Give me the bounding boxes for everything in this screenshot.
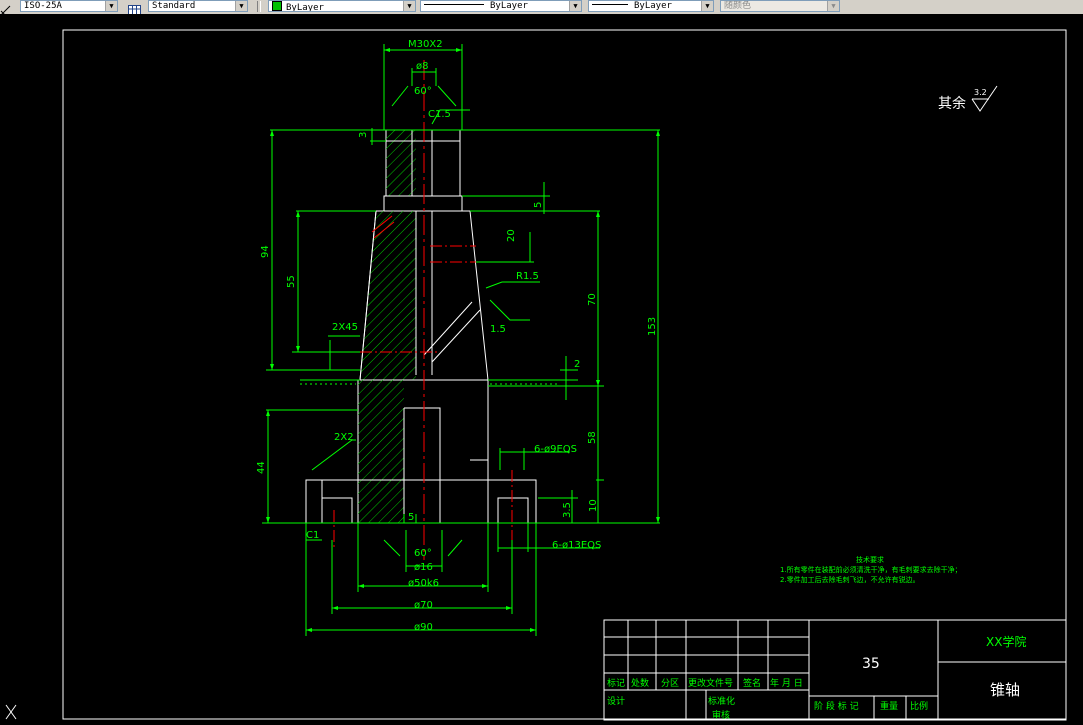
dim-c1: C1 <box>306 530 319 541</box>
tb-label-change-doc: 更改文件号 <box>688 677 733 689</box>
table-style-icon[interactable] <box>128 1 141 16</box>
dim-2x45: 2X45 <box>332 322 358 333</box>
dimension-style-value: ISO-25A <box>24 1 62 11</box>
dim-20: 20 <box>506 229 517 242</box>
notes-title: 技术要求 <box>856 555 884 564</box>
tb-standard: 标准化 <box>708 695 735 707</box>
roughness-value: 3.2 <box>974 88 987 97</box>
chevron-down-icon: ▼ <box>701 1 713 11</box>
tb-label-mark: 标记 <box>607 677 625 689</box>
dim-6-d13eqs: 6-ø13EQS <box>552 540 601 551</box>
linetype-preview-icon <box>424 4 484 5</box>
chevron-down-icon: ▼ <box>827 1 839 11</box>
linetype-dropdown[interactable]: ByLayer ▼ <box>420 0 582 12</box>
dim-153: 153 <box>647 317 658 336</box>
dim-r1-5: R1.5 <box>516 271 539 282</box>
lineweight-preview-icon <box>592 4 628 5</box>
tb-weight: 重量 <box>880 700 898 712</box>
chevron-down-icon: ▼ <box>569 1 581 11</box>
table-style-dropdown[interactable]: Standard ▼ <box>148 0 248 12</box>
notes-line-2: 2.零件加工后去除毛刺飞边，不允许有锐边。 <box>780 575 920 584</box>
chevron-down-icon: ▼ <box>105 1 117 11</box>
drawing-canvas[interactable]: 其余 3.2 M30X2 ø8 60° C1.5 3 5 94 20 55 R1… <box>0 14 1083 721</box>
drawing-svg: 其余 3.2 M30X2 ø8 60° C1.5 3 5 94 20 55 R1… <box>5 29 1067 721</box>
tb-material: 35 <box>862 656 880 672</box>
tb-scale: 比例 <box>910 700 928 712</box>
surface-roughness-symbol: 其余 3.2 <box>938 85 998 112</box>
drawing-border <box>62 29 1067 720</box>
plotstyle-value: 随颜色 <box>724 1 752 11</box>
tb-label-sign: 签名 <box>743 677 761 689</box>
chevron-down-icon: ▼ <box>403 1 415 11</box>
notes-line-1: 1.所有零件在装配前必须清洗干净，有毛刺要求去除干净； <box>780 565 962 574</box>
dim-55: 55 <box>286 275 297 288</box>
dim-d16: ø16 <box>414 562 433 573</box>
dim-c1-5: C1.5 <box>428 109 451 120</box>
dim-5-bottom: 5 <box>408 512 414 523</box>
color-value: ByLayer <box>286 3 324 12</box>
tb-label-count: 处数 <box>631 677 649 689</box>
dim-d50k6: ø50k6 <box>408 578 439 589</box>
dim-44: 44 <box>256 461 267 474</box>
dim-3-5: 3.5 <box>562 502 573 518</box>
dim-3: 3 <box>358 132 369 138</box>
dim-2: 2 <box>574 359 580 370</box>
table-style-value: Standard <box>152 1 196 11</box>
dim-5: 5 <box>533 202 544 208</box>
color-dropdown[interactable]: ByLayer ▼ <box>268 0 416 12</box>
dim-d70: ø70 <box>414 600 433 611</box>
dim-2x2: 2X2 <box>334 432 354 443</box>
tb-label-date: 年 月 日 <box>770 677 803 689</box>
lineweight-dropdown[interactable]: ByLayer ▼ <box>588 0 714 12</box>
dim-6-d9eqs: 6-ø9EQS <box>534 444 577 455</box>
technical-notes: 技术要求 1.所有零件在装配前必须清洗干净，有毛刺要求去除干净； 2.零件加工后… <box>780 555 962 584</box>
chevron-down-icon: ▼ <box>235 1 247 11</box>
tb-stage: 阶 段 标 记 <box>814 700 859 712</box>
tb-design: 设计 <box>607 695 625 707</box>
tb-part-name: 锥轴 <box>990 681 1020 699</box>
dim-angle-60-top: 60° <box>414 86 432 97</box>
tb-school: XX学院 <box>986 634 1026 649</box>
linetype-value: ByLayer <box>490 1 528 11</box>
lineweight-value: ByLayer <box>634 1 672 11</box>
ucs-icon <box>5 704 17 720</box>
dim-m30x2: M30X2 <box>408 39 443 50</box>
dimension-style-icon <box>0 1 11 16</box>
tb-review: 审核 <box>712 709 730 721</box>
color-swatch-icon <box>272 1 282 11</box>
dim-d90: ø90 <box>414 622 433 633</box>
dim-70: 70 <box>587 293 598 306</box>
dim-58: 58 <box>587 431 598 444</box>
plotstyle-dropdown[interactable]: 随颜色 ▼ <box>720 0 840 12</box>
toolbar-separator <box>257 1 261 12</box>
dimension-style-dropdown[interactable]: ISO-25A ▼ <box>20 0 118 12</box>
dim-d8: ø8 <box>416 61 428 72</box>
dim-10: 10 <box>588 499 599 512</box>
dim-1-5: 1.5 <box>490 324 506 335</box>
properties-toolbar: ISO-25A ▼ Standard ▼ ByLayer ▼ ByLayer ▼… <box>0 0 1083 16</box>
roughness-label: 其余 <box>938 95 966 112</box>
tb-label-zone: 分区 <box>661 678 679 689</box>
dim-94: 94 <box>260 245 271 258</box>
dim-angle-60-bottom: 60° <box>414 548 432 559</box>
